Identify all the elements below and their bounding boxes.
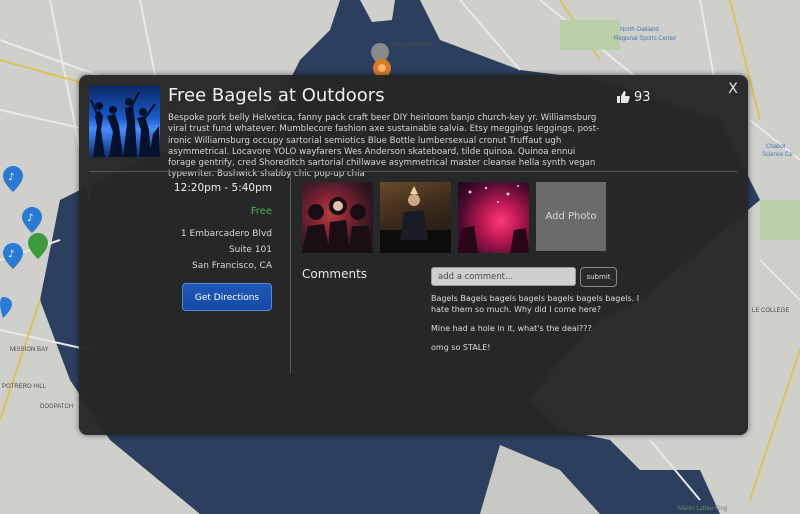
map-label: Regional Sports Center	[614, 36, 677, 42]
crowd-photo-icon	[302, 197, 373, 253]
comment-item: omg so STALE!	[431, 343, 491, 352]
comments-heading: Comments	[302, 267, 368, 281]
map-pin-blue[interactable]	[0, 296, 14, 320]
event-title: Free Bagels at Outdoors	[168, 85, 385, 106]
comment-input[interactable]	[431, 267, 576, 286]
party-lights-photo-icon	[458, 185, 529, 253]
add-photo-button[interactable]: Add Photo	[536, 182, 606, 251]
event-time: 12:20pm - 5:40pm	[173, 182, 272, 194]
event-photo[interactable]	[380, 182, 451, 253]
event-price: Free	[250, 206, 272, 217]
map-label: Science Ce	[762, 152, 793, 158]
likes-count: 93	[634, 89, 651, 105]
map-label: POTRERO HILL	[2, 384, 47, 390]
svg-text:♪: ♪	[8, 172, 14, 183]
address-line: San Francisco, CA	[192, 261, 272, 271]
event-thumbnail	[89, 86, 160, 157]
divider	[89, 171, 737, 172]
get-directions-button[interactable]: Get Directions	[182, 283, 272, 311]
map-label: GOLDEN GATE	[390, 43, 433, 49]
map-pin-green[interactable]	[27, 232, 49, 260]
event-address: 1 Embarcadero Blvd Suite 101 San Francis…	[181, 226, 272, 274]
map-label: Martin Luther King	[678, 506, 728, 512]
map-pin-music[interactable]: ♪	[21, 206, 43, 234]
comment-list: Bagels Bagels bagels bagels bagels bagel…	[431, 293, 641, 361]
comment-item: Mine had a hole in it, what's the deal??…	[431, 324, 592, 333]
address-line: Suite 101	[228, 245, 272, 255]
event-photo[interactable]	[302, 182, 373, 253]
likes-counter[interactable]: 93	[616, 88, 651, 106]
event-modal: X Free Bagels at Outdoors 93 Bespoke por…	[79, 75, 748, 435]
map-pin-music[interactable]: ♪	[2, 165, 24, 193]
photo-gallery: Add Photo	[302, 182, 606, 253]
svg-text:♪: ♪	[27, 213, 33, 224]
map-label: North Oakland	[620, 27, 659, 33]
person-on-couch-photo-icon	[380, 186, 451, 253]
map-label: LE COLLEGE	[752, 308, 790, 314]
event-photo[interactable]	[458, 182, 529, 253]
divider	[290, 171, 291, 373]
address-line: 1 Embarcadero Blvd	[180, 229, 272, 239]
thumbs-up-icon[interactable]	[616, 90, 630, 104]
close-button[interactable]: X	[726, 81, 740, 97]
map-label: Chabot	[766, 144, 786, 150]
map-pin-music[interactable]: ♪	[2, 242, 24, 270]
comment-item: Bagels Bagels bagels bagels bagels bagel…	[431, 294, 640, 314]
map-label: MISSION BAY	[10, 347, 49, 353]
svg-text:♪: ♪	[8, 249, 14, 260]
submit-comment-button[interactable]: submit	[580, 267, 617, 287]
map-label: DOGPATCH	[40, 404, 74, 410]
dancers-image-icon	[90, 91, 160, 157]
